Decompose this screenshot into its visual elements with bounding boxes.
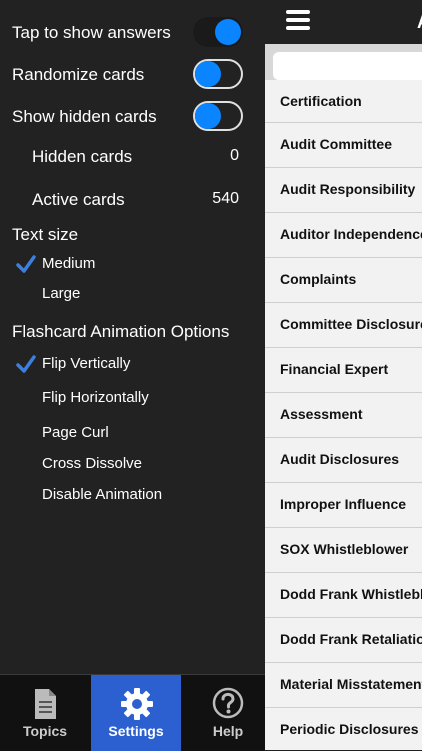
show-hidden-cards-toggle[interactable]	[193, 101, 243, 131]
hidden-cards-row: Hidden cards 0	[0, 143, 265, 173]
list-item[interactable]: Committee Disclosure	[265, 303, 422, 348]
tap-to-show-answers-label: Tap to show answers	[12, 23, 171, 42]
list-item[interactable]: Complaints	[265, 258, 422, 303]
active-cards-row: Active cards 540	[0, 186, 265, 216]
randomize-cards-toggle[interactable]	[193, 59, 243, 89]
list-item-label: Certification	[280, 93, 362, 109]
list-item[interactable]: Material Misstatement	[265, 663, 422, 708]
list-item-label: Periodic Disclosures	[280, 721, 419, 737]
list-item-label: Dodd Frank Retaliation	[280, 631, 422, 647]
tab-help[interactable]: Help	[183, 675, 273, 751]
animation-option-label: Flip Horizontally	[42, 389, 149, 406]
list-item[interactable]: Audit Committee	[265, 123, 422, 168]
list-item-label: Complaints	[280, 271, 357, 287]
list-item[interactable]: Assessment	[265, 393, 422, 438]
toggle-knob	[195, 61, 221, 87]
tab-help-label: Help	[212, 723, 244, 739]
tap-to-show-answers-toggle[interactable]	[193, 17, 243, 47]
list-item[interactable]: SOX Whistleblower	[265, 528, 422, 573]
toggle-knob	[195, 103, 221, 129]
animation-option-label: Cross Dissolve	[42, 455, 143, 472]
list-item-label: SOX Whistleblower	[280, 541, 409, 557]
search-input[interactable]	[273, 52, 422, 80]
show-hidden-cards-label: Show hidden cards	[12, 107, 157, 126]
list-item-label: Audit Responsibility	[280, 181, 416, 197]
hidden-cards-label: Hidden cards	[32, 147, 133, 166]
list-item[interactable]: Auditor Independence	[265, 213, 422, 258]
gear-icon	[121, 688, 153, 720]
list-item-label: Financial Expert	[280, 361, 389, 377]
document-icon	[35, 689, 56, 719]
text-size-option-label: Large	[42, 285, 81, 302]
list-item-label: Committee Disclosure	[280, 316, 422, 332]
list-item-label: Material Misstatement	[280, 676, 422, 692]
list-item-label: Auditor Independence	[280, 226, 422, 242]
topics-list: Certification Audit Committee Audit Respon…	[265, 80, 422, 750]
question-circle-icon	[212, 687, 244, 719]
randomize-cards-row: Randomize cards	[0, 56, 265, 96]
animation-options-heading: Flashcard Animation Options	[12, 322, 230, 341]
checkmark-icon	[16, 255, 36, 273]
list-item-label: Improper Influence	[280, 496, 407, 512]
animation-option-flip-horizontally[interactable]: Flip Horizontally	[0, 386, 265, 412]
active-cards-label: Active cards	[32, 190, 125, 209]
list-item-label: Assessment	[280, 406, 363, 422]
list-item[interactable]: Dodd Frank Retaliation	[265, 618, 422, 663]
list-item[interactable]: Certification	[265, 80, 422, 123]
text-size-option-medium[interactable]: Medium	[0, 252, 265, 278]
list-item[interactable]: Dodd Frank Whistleblower	[265, 573, 422, 618]
checkmark-icon	[16, 355, 36, 373]
active-cards-count: 540	[212, 190, 239, 207]
show-hidden-cards-row: Show hidden cards	[0, 98, 265, 138]
animation-option-cross-dissolve[interactable]: Cross Dissolve	[0, 452, 265, 478]
animation-option-label: Disable Animation	[42, 486, 163, 503]
list-item[interactable]: Audit Responsibility	[265, 168, 422, 213]
topics-panel: A Certification Audit Committee Audit Resp…	[265, 0, 422, 750]
animation-option-flip-vertically[interactable]: Flip Vertically	[0, 352, 265, 378]
settings-panel: Tap to show answers Randomize cards Show…	[0, 0, 265, 751]
hamburger-menu-icon[interactable]	[286, 10, 310, 32]
tab-settings[interactable]: Settings	[91, 675, 181, 751]
tab-settings-label: Settings	[108, 723, 164, 739]
randomize-cards-label: Randomize cards	[12, 65, 145, 84]
list-item[interactable]: Periodic Disclosures	[265, 708, 422, 750]
list-item[interactable]: Audit Disclosures	[265, 438, 422, 483]
text-size-heading: Text size	[12, 225, 79, 244]
text-size-option-label: Medium	[42, 255, 96, 272]
animation-option-label: Page Curl	[42, 424, 109, 441]
animation-option-disable-animation[interactable]: Disable Animation	[0, 483, 265, 509]
tap-to-show-answers-row: Tap to show answers	[0, 14, 265, 54]
animation-option-page-curl[interactable]: Page Curl	[0, 421, 265, 447]
list-item-label: Audit Disclosures	[280, 451, 400, 467]
animation-option-label: Flip Vertically	[42, 355, 131, 372]
nav-title: A	[417, 12, 422, 33]
tab-topics[interactable]: Topics	[0, 675, 90, 751]
navigation-bar: A	[265, 0, 422, 44]
tab-bar: Topics Settings Help	[0, 674, 265, 751]
text-size-option-large[interactable]: Large	[0, 282, 265, 308]
list-item[interactable]: Financial Expert	[265, 348, 422, 393]
toggle-knob	[215, 19, 241, 45]
list-item-label: Audit Committee	[280, 136, 392, 152]
tab-topics-label: Topics	[22, 723, 68, 739]
list-item[interactable]: Improper Influence	[265, 483, 422, 528]
list-item-label: Dodd Frank Whistleblower	[280, 586, 422, 602]
hidden-cards-count: 0	[230, 147, 239, 164]
